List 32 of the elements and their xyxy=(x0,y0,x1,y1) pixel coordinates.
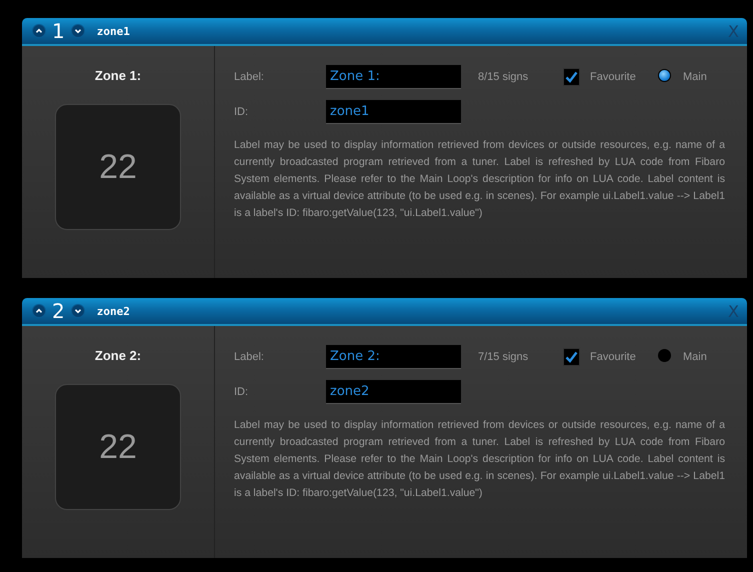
favourite-label: Favourite xyxy=(590,71,637,83)
favourite-checkbox[interactable] xyxy=(563,68,580,86)
zone-name: zone2 xyxy=(96,304,131,318)
value-tile: 22 xyxy=(55,104,181,230)
zone-name: zone1 xyxy=(96,24,131,38)
value-tile: 22 xyxy=(55,384,181,510)
description-text: Label may be used to display information retrieved from devices or outside resources, e.g. name of a currently broadcasted program retrieved from a tuner. Label is refreshed by LUA code from Fibaro System elements. Please refer to the Main Loop's description for info on LUA code. Label content is available as a virtual device attribute (to be used e.g. in scenes). For example ui.Label1.value --> Label1 is a label's ID: fibaro:getValue(123, "ui.Label1.value") xyxy=(234,138,725,221)
move-down-icon[interactable] xyxy=(70,24,85,38)
sign-counter: 7/15 signs xyxy=(478,351,530,363)
zone-number: 1 xyxy=(52,19,65,43)
id-input[interactable]: zone1 xyxy=(326,100,461,124)
move-up-icon[interactable] xyxy=(32,24,46,38)
sign-counter: 8/15 signs xyxy=(478,71,530,83)
id-caption: ID: xyxy=(234,106,250,118)
id-caption: ID: xyxy=(234,386,250,398)
label-input[interactable]: Zone 1: xyxy=(326,65,461,89)
zone-title: Zone 2: xyxy=(94,348,142,363)
move-down-icon[interactable] xyxy=(70,304,85,318)
label-caption: Label: xyxy=(234,71,265,83)
id-input[interactable]: zone2 xyxy=(326,380,461,404)
main-label: Main xyxy=(683,71,707,83)
label-input[interactable]: Zone 2: xyxy=(326,345,461,369)
main-label: Main xyxy=(683,351,707,363)
move-up-icon[interactable] xyxy=(32,304,46,318)
main-radio[interactable] xyxy=(658,348,671,362)
main-radio[interactable] xyxy=(658,68,671,82)
favourite-checkbox[interactable] xyxy=(563,348,580,366)
label-caption: Label: xyxy=(234,351,265,363)
zone-number: 2 xyxy=(52,299,65,323)
zone-title: Zone 1: xyxy=(94,68,142,83)
favourite-label: Favourite xyxy=(590,351,637,363)
description-text: Label may be used to display information retrieved from devices or outside resources, e.g. name of a currently broadcasted program retrieved from a tuner. Label is refreshed by LUA code from Fibaro System elements. Please refer to the Main Loop's description for info on LUA code. Label content is available as a virtual device attribute (to be used e.g. in scenes). For example ui.Label1.value --> Label1 is a label's ID: fibaro:getValue(123, "ui.Label1.value") xyxy=(234,418,725,501)
